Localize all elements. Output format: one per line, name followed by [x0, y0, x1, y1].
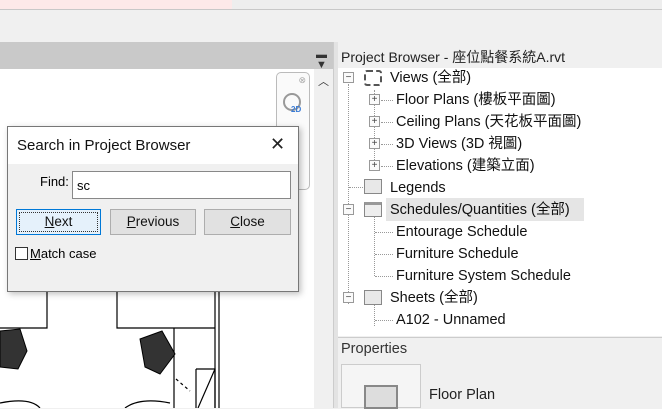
dialog-title-bar[interactable]: Search in Project Browser ✕ — [8, 127, 298, 164]
expand-icon[interactable]: + — [369, 94, 380, 105]
floor-plan-icon — [364, 385, 398, 409]
match-case-checkbox[interactable] — [15, 247, 28, 260]
collapse-icon[interactable]: − — [343, 72, 354, 83]
tree-item-views[interactable]: Views (全部) — [390, 67, 471, 89]
vertical-scrollbar[interactable]: ︿ — [314, 69, 333, 408]
properties-header: Properties — [341, 341, 408, 357]
collapse-icon[interactable]: − — [343, 292, 354, 303]
tree-item-furniture-schedule[interactable]: Furniture Schedule — [396, 243, 519, 265]
view-header-bar — [0, 42, 333, 69]
tree-item-legends[interactable]: Legends — [390, 177, 446, 199]
view-menu-icon[interactable]: ▬ ▼ — [316, 50, 327, 71]
schedule-icon — [364, 202, 382, 217]
project-browser-title: Project Browser - 座位點餐系統A.rvt — [338, 42, 662, 68]
tree-item-3d-views[interactable]: 3D Views (3D 視圖) — [396, 133, 522, 155]
close-icon[interactable]: ⊗ — [298, 75, 306, 86]
tree-item-floor-plans[interactable]: Floor Plans (樓板平面圖) — [396, 89, 556, 111]
collapse-icon[interactable]: − — [343, 204, 354, 215]
views-icon — [364, 70, 382, 86]
sheet-icon — [364, 290, 382, 305]
find-label: Find: — [40, 174, 69, 189]
property-type-name: Floor Plan — [429, 387, 496, 403]
tree-item-furniture-system-schedule[interactable]: Furniture System Schedule — [396, 265, 571, 287]
tree-item-sheets[interactable]: Sheets (全部) — [390, 287, 478, 309]
close-icon[interactable]: ✕ — [270, 134, 285, 155]
tree-item-elevations[interactable]: Elevations (建築立面) — [396, 155, 535, 177]
dialog-title: Search in Project Browser — [17, 137, 191, 154]
legend-icon — [364, 179, 382, 194]
close-button[interactable]: Close — [204, 209, 291, 235]
match-case-label[interactable]: Match case — [30, 246, 97, 261]
tree-item-entourage-schedule[interactable]: Entourage Schedule — [396, 221, 527, 243]
next-button[interactable]: Next — [16, 209, 101, 235]
tree-item-a102[interactable]: A102 - Unnamed — [396, 309, 506, 331]
tree-item-schedules[interactable]: Schedules/Quantities (全部) — [390, 199, 570, 221]
find-input[interactable] — [72, 171, 291, 199]
expand-icon[interactable]: + — [369, 116, 380, 127]
expand-icon[interactable]: + — [369, 160, 380, 171]
previous-button[interactable]: Previous — [110, 209, 196, 235]
project-browser — [338, 42, 662, 336]
type-selector-thumbnail[interactable] — [341, 364, 421, 409]
top-strip — [0, 0, 662, 10]
scroll-up-icon[interactable]: ︿ — [318, 73, 329, 89]
expand-icon[interactable]: + — [369, 138, 380, 149]
search-dialog: Search in Project Browser ✕ Find: Next P… — [7, 126, 299, 292]
2d-badge: 2D — [291, 105, 302, 114]
tree-item-ceiling-plans[interactable]: Ceiling Plans (天花板平面圖) — [396, 111, 581, 133]
